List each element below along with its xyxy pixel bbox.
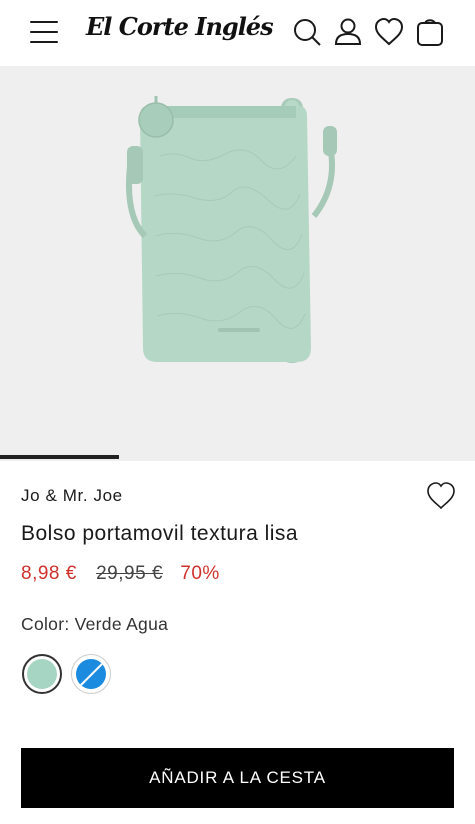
product-image-gallery[interactable] — [0, 66, 475, 461]
user-icon[interactable] — [333, 16, 363, 48]
add-to-favorites-heart-icon[interactable] — [426, 482, 456, 510]
logo[interactable]: El Corte Inglés — [86, 12, 274, 41]
price-block: 8,98 € 29,95 € 70% — [21, 563, 220, 585]
swatch-fill — [27, 659, 57, 689]
product-title: Bolso portamovil textura lisa — [21, 522, 299, 545]
color-label: Color: Verde Agua — [21, 614, 169, 634]
discount-badge: 70% — [180, 563, 220, 584]
gallery-progress-track — [0, 455, 475, 459]
gallery-progress-bar — [0, 455, 119, 459]
product-brand[interactable]: Jo & Mr. Joe — [21, 486, 123, 506]
header: El Corte Inglés — [0, 0, 475, 66]
menu-icon[interactable] — [30, 18, 60, 46]
price-original: 29,95 € — [96, 563, 164, 584]
shopping-bag-icon[interactable] — [415, 16, 445, 48]
price-current: 8,98 € — [21, 563, 77, 584]
color-swatch-azul[interactable] — [71, 654, 111, 694]
swatch-fill-unavailable — [76, 659, 106, 689]
color-swatch-verde-agua[interactable] — [22, 654, 62, 694]
product-image — [126, 96, 337, 363]
add-to-cart-button[interactable]: AÑADIR A LA CESTA — [21, 748, 454, 808]
search-icon[interactable] — [292, 16, 322, 48]
heart-icon[interactable] — [374, 16, 404, 48]
